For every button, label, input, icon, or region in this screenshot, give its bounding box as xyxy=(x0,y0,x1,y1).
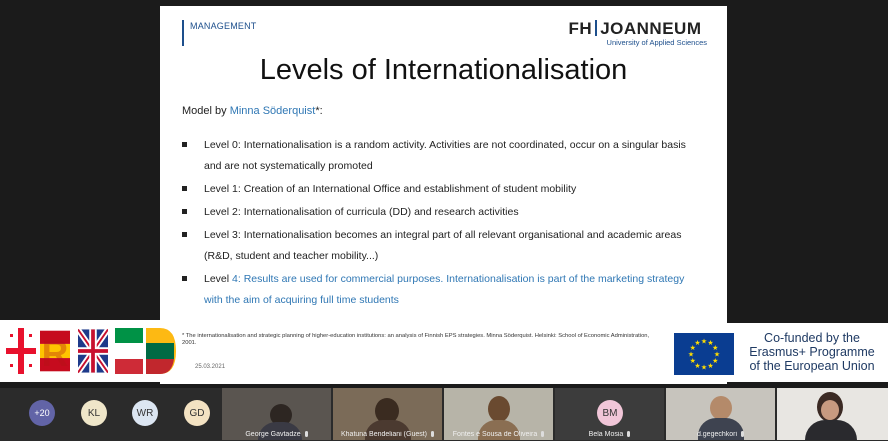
fh-joanneum-logo: FH JOANNEUM University of Applied Science… xyxy=(568,19,707,48)
level-item-3: Level 3: Internationalisation becomes an… xyxy=(182,225,702,267)
participant-silhouette xyxy=(710,396,732,420)
slide-footnote: * The internationalisation and strategic… xyxy=(182,333,650,346)
shared-slide: MANAGEMENT FH JOANNEUM University of Appl… xyxy=(160,6,727,384)
model-prefix: Model by xyxy=(182,105,230,117)
erasmus-line1: Co-funded by the xyxy=(764,331,860,345)
participant-name: Fontes e Sousa de Oliveira xyxy=(448,431,549,438)
avatar-bm: BM xyxy=(597,400,623,426)
level-item-4: Level 4: Results are used for commercial… xyxy=(182,269,702,311)
mic-icon xyxy=(431,431,434,437)
erasmus-line2: Erasmus+ Programme xyxy=(749,345,875,359)
georgia-flag-icon xyxy=(6,328,36,374)
bullet-icon xyxy=(182,142,187,147)
logo-subtitle: University of Applied Sciences xyxy=(606,38,707,47)
rurd-logo: R xyxy=(0,320,178,382)
video-tile[interactable]: d.gegechkori xyxy=(666,388,775,440)
model-suffix: *: xyxy=(315,105,323,117)
participant-face xyxy=(821,400,839,420)
avatar-wr[interactable]: WR xyxy=(132,400,158,426)
participant-shoulders xyxy=(805,420,857,440)
erasmus-banner: ★ ★ ★ ★ ★ ★ ★ ★ ★ ★ ★ ★ Co-funded by the Erasmus+ P… xyxy=(668,323,888,382)
model-line: Model by Minna Söderquist*: xyxy=(182,105,323,117)
bullet-icon xyxy=(182,209,187,214)
rurd-letter-r2 xyxy=(114,328,144,374)
rurd-letter-text: R xyxy=(42,332,69,374)
level-text: Level xyxy=(204,273,233,285)
eu-star-icon: ★ xyxy=(701,338,707,346)
video-tile[interactable] xyxy=(777,388,888,440)
eu-star-icon: ★ xyxy=(694,339,700,347)
rurd-letter-u xyxy=(78,328,108,374)
participant-name: Bela Mosia xyxy=(559,431,660,438)
level-item-0: Level 0: Internationalisation is a rando… xyxy=(182,135,702,177)
logo-text-joanneum: JOANNEUM xyxy=(600,19,702,38)
bullet-icon xyxy=(182,276,187,281)
level-item-1: Level 1: Creation of an International Of… xyxy=(182,179,702,200)
participant-silhouette xyxy=(488,396,510,422)
level-highlight: 4: Results are used for commercial purpo… xyxy=(204,273,685,306)
rurd-letter-d xyxy=(146,328,176,374)
avatar-gd[interactable]: GD xyxy=(184,400,210,426)
level-text: Level 3: Internationalisation becomes an… xyxy=(204,229,682,262)
bullet-icon xyxy=(182,232,187,237)
eu-star-icon: ★ xyxy=(712,344,718,352)
erasmus-text: Co-funded by the Erasmus+ Programme of t… xyxy=(742,331,882,373)
avatar-kl[interactable]: KL xyxy=(81,400,107,426)
participant-name: Khatuna Bendeliani (Guest) xyxy=(337,431,438,438)
slide-date: 25.03.2021 xyxy=(195,364,226,370)
video-tile[interactable]: Khatuna Bendeliani (Guest) xyxy=(333,388,442,440)
rurd-letter-r1: R xyxy=(40,328,70,374)
erasmus-line3: of the European Union xyxy=(749,359,875,373)
eu-flag-icon: ★ ★ ★ ★ ★ ★ ★ ★ ★ ★ ★ ★ xyxy=(674,333,734,375)
logo-text-fh: FH xyxy=(568,19,593,38)
mic-icon xyxy=(304,431,308,437)
bullet-icon xyxy=(182,186,187,191)
video-tile[interactable]: George Gavtadze xyxy=(222,388,331,440)
logo-divider xyxy=(595,20,598,36)
meeting-window: MANAGEMENT FH JOANNEUM University of Appl… xyxy=(0,0,888,441)
mic-icon xyxy=(741,431,745,437)
level-text: Level 0: Internationalisation is a rando… xyxy=(204,139,686,172)
level-text: Level 2: Internationalisation of curricu… xyxy=(204,206,519,218)
eu-star-icon: ★ xyxy=(707,362,713,370)
level-text: Level 1: Creation of an International Of… xyxy=(204,183,577,195)
video-tile[interactable]: BM Bela Mosia xyxy=(555,388,664,440)
participant-name: d.gegechkori xyxy=(670,431,771,438)
level-item-2: Level 2: Internationalisation of curricu… xyxy=(182,202,702,223)
more-participants-button[interactable]: +20 xyxy=(29,400,55,426)
participant-name: George Gavtadze xyxy=(226,431,327,438)
levels-list: Level 0: Internationalisation is a rando… xyxy=(182,135,702,313)
model-author: Minna Söderquist xyxy=(229,105,316,117)
video-tile[interactable]: Fontes e Sousa de Oliveira xyxy=(444,388,553,440)
slide-title: Levels of Internationalisation xyxy=(259,54,628,86)
mic-icon xyxy=(627,431,631,437)
section-label: MANAGEMENT xyxy=(182,20,257,46)
mic-icon xyxy=(541,431,545,437)
eu-star-icon: ★ xyxy=(701,364,707,372)
